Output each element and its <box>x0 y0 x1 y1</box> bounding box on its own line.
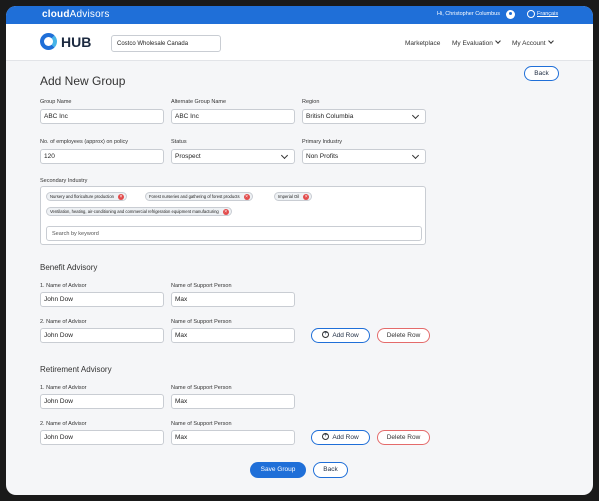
hub-logo-text: HUB <box>61 34 92 50</box>
remove-chip-icon[interactable]: × <box>243 194 250 200</box>
remove-chip-icon[interactable]: × <box>222 209 229 215</box>
add-row-label: Add Row <box>332 332 359 339</box>
plus-circle-icon: + <box>322 432 330 440</box>
alt-group-name-input[interactable]: ABC Inc <box>171 109 295 124</box>
chevron-down-icon <box>280 151 289 160</box>
advisor-label: 1. Name of Advisor <box>40 283 87 289</box>
add-row-label: Add Row <box>332 434 359 441</box>
status-value: Prospect <box>175 153 201 160</box>
retirement-support-2-input[interactable]: Max <box>171 430 295 445</box>
region-value: British Columbia <box>306 113 354 120</box>
nav-my-account-label: My Account <box>512 40 546 47</box>
advisor-label: 2. Name of Advisor <box>40 319 87 325</box>
chip-label: Forest nurseries and gathering of forest… <box>149 194 240 199</box>
nav-my-evaluation[interactable]: My Evaluation <box>452 38 501 47</box>
top-bar: cloudAdvisors Hi, Christopher Columbus F… <box>6 6 593 24</box>
employees-label: No. of employees (approx) on policy <box>40 139 129 145</box>
advisor-label: 2. Name of Advisor <box>40 421 87 427</box>
chevron-down-icon <box>411 111 420 120</box>
nav-my-evaluation-label: My Evaluation <box>452 40 493 47</box>
chevron-down-icon <box>494 38 501 44</box>
user-avatar-icon[interactable] <box>506 10 515 19</box>
support-label: Name of Support Person <box>171 319 232 325</box>
benefit-advisory-title: Benefit Advisory <box>40 263 98 272</box>
benefit-advisor-2-input[interactable]: John Dow <box>40 328 164 343</box>
user-greeting: Hi, Christopher Columbus <box>437 11 500 17</box>
advisor-label: 1. Name of Advisor <box>40 385 87 391</box>
employees-input[interactable]: 120 <box>40 149 164 164</box>
nav-marketplace[interactable]: Marketplace <box>405 40 440 47</box>
primary-industry-value: Non Profits <box>306 153 339 160</box>
benefit-support-1-input[interactable]: Max <box>171 292 295 307</box>
status-label: Status <box>171 139 187 145</box>
remove-chip-icon[interactable]: × <box>303 194 310 200</box>
retirement-advisor-2-input[interactable]: John Dow <box>40 430 164 445</box>
chip-label: Imperial Oil <box>278 194 300 199</box>
hub-logo-icon <box>40 33 57 50</box>
group-name-input[interactable]: ABC Inc <box>40 109 164 124</box>
retirement-support-1-input[interactable]: Max <box>171 394 295 409</box>
globe-icon <box>527 10 535 18</box>
back-button-bottom[interactable]: Back <box>313 462 348 478</box>
app-window: cloudAdvisors Hi, Christopher Columbus F… <box>6 6 593 495</box>
back-button-top[interactable]: Back <box>524 66 559 81</box>
industry-chip: Imperial Oil × <box>274 192 313 201</box>
benefit-advisor-1-input[interactable]: John Dow <box>40 292 164 307</box>
site-header: HUB Costco Wholesale Canada Marketplace … <box>6 24 593 61</box>
alt-group-name-label: Alternate Group Name <box>171 99 227 105</box>
primary-industry-select[interactable]: Non Profits <box>302 149 426 164</box>
company-selector[interactable]: Costco Wholesale Canada <box>111 35 221 52</box>
industry-search-input[interactable]: Search by keyword <box>46 226 422 241</box>
remove-chip-icon[interactable]: × <box>118 194 125 200</box>
secondary-industry-box: Nursery and floriculture production × For… <box>40 186 426 245</box>
retirement-advisor-1-input[interactable]: John Dow <box>40 394 164 409</box>
support-label: Name of Support Person <box>171 421 232 427</box>
plus-circle-icon: + <box>322 330 330 338</box>
status-select[interactable]: Prospect <box>171 149 295 164</box>
chevron-down-icon <box>411 151 420 160</box>
chevron-down-icon <box>547 38 554 44</box>
industry-chip: Forest nurseries and gathering of forest… <box>145 192 253 201</box>
nav-my-account[interactable]: My Account <box>512 38 554 47</box>
chip-label: Ventilation, heating, air-conditioning a… <box>50 209 219 214</box>
chip-label: Nursery and floriculture production <box>50 194 115 199</box>
page-title: Add New Group <box>40 74 126 88</box>
industry-chip: Ventilation, heating, air-conditioning a… <box>46 207 232 216</box>
benefit-delete-row-button[interactable]: Delete Row <box>377 328 430 343</box>
cloud-advisors-logo: cloudAdvisors <box>42 9 110 20</box>
language-switch-link[interactable]: Français <box>537 11 558 17</box>
secondary-industry-label: Secondary Industry <box>40 178 88 184</box>
brand-part-1: cloud <box>42 9 70 20</box>
retirement-advisory-title: Retirement Advisory <box>40 365 112 374</box>
region-select[interactable]: British Columbia <box>302 109 426 124</box>
retirement-add-row-button[interactable]: + Add Row <box>311 430 370 445</box>
group-name-label: Group Name <box>40 99 72 105</box>
region-label: Region <box>302 99 320 105</box>
support-label: Name of Support Person <box>171 385 232 391</box>
benefit-support-2-input[interactable]: Max <box>171 328 295 343</box>
save-group-button[interactable]: Save Group <box>250 462 306 478</box>
industry-chip: Nursery and floriculture production × <box>46 192 128 201</box>
brand-part-2: Advisors <box>69 9 110 20</box>
retirement-delete-row-button[interactable]: Delete Row <box>377 430 430 445</box>
primary-industry-label: Primary Industry <box>302 139 343 145</box>
support-label: Name of Support Person <box>171 283 232 289</box>
benefit-add-row-button[interactable]: + Add Row <box>311 328 370 343</box>
